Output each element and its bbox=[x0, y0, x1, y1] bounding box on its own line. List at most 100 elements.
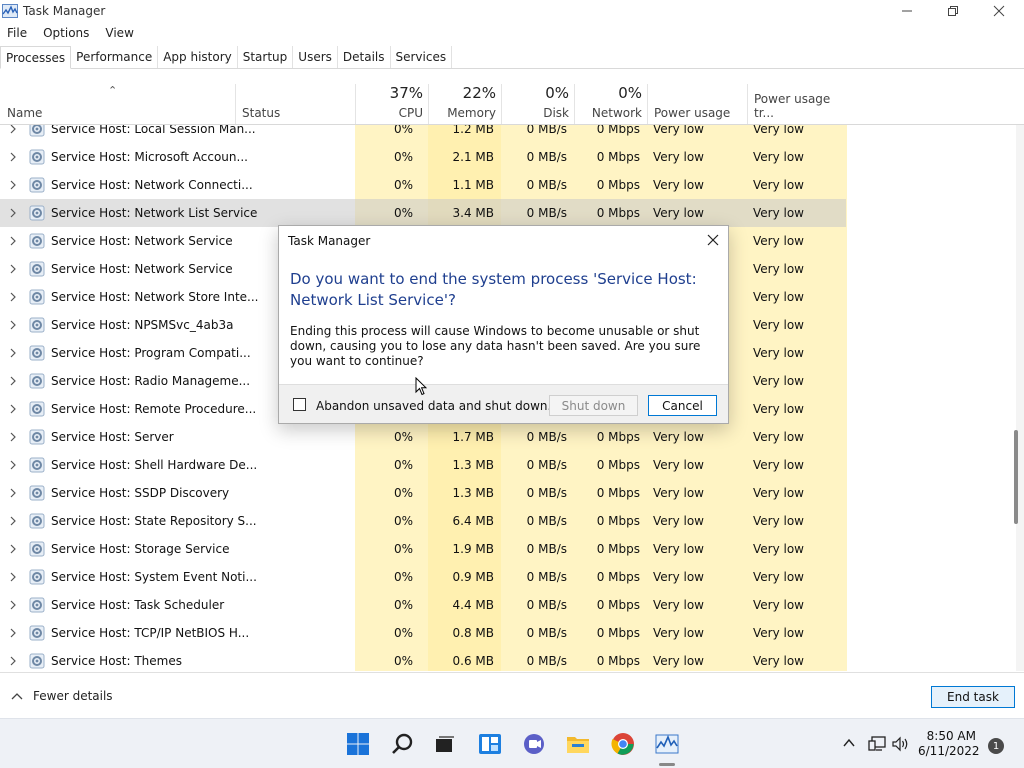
abandon-data-checkbox[interactable] bbox=[293, 398, 306, 411]
cell-net: 0 Mbps bbox=[596, 150, 640, 164]
header-disk-pct: 0% bbox=[545, 84, 569, 102]
maximize-button[interactable] bbox=[930, 0, 976, 22]
table-row[interactable]: Service Host: System Event Noti... 0% 0.9 … bbox=[0, 563, 846, 591]
shutdown-button[interactable]: Shut down bbox=[549, 395, 638, 416]
task-manager-icon[interactable] bbox=[655, 732, 679, 756]
table-row[interactable]: Service Host: Local Session Man... 0% 1.2 … bbox=[0, 125, 846, 143]
chevron-up-icon[interactable] bbox=[842, 736, 856, 750]
tab-startup[interactable]: Startup bbox=[238, 46, 294, 68]
chat-icon[interactable] bbox=[522, 732, 546, 756]
table-row[interactable]: Service Host: TCP/IP NetBIOS H... 0% 0.8 M… bbox=[0, 619, 846, 647]
windows-start-icon[interactable] bbox=[346, 732, 370, 756]
chevron-right-icon[interactable] bbox=[8, 515, 18, 527]
tab-users[interactable]: Users bbox=[293, 46, 338, 68]
fewer-details-button[interactable]: Fewer details bbox=[11, 689, 113, 703]
header-power-trend[interactable]: Power usage tr... bbox=[747, 84, 847, 124]
cell-net: 0 Mbps bbox=[596, 570, 640, 584]
chevron-up-icon bbox=[11, 693, 23, 700]
task-view-icon[interactable] bbox=[433, 732, 457, 756]
tab-performance[interactable]: Performance bbox=[71, 46, 159, 68]
scrollbar-thumb[interactable] bbox=[1014, 430, 1018, 524]
process-name: Service Host: Microsoft Accoun... bbox=[51, 150, 248, 164]
menu-options[interactable]: Options bbox=[35, 26, 97, 40]
chevron-right-icon[interactable] bbox=[8, 459, 18, 471]
process-name: Service Host: State Repository S... bbox=[51, 514, 257, 528]
network-icon[interactable] bbox=[868, 736, 886, 752]
chevron-right-icon[interactable] bbox=[8, 375, 18, 387]
chevron-right-icon[interactable] bbox=[8, 543, 18, 555]
chevron-right-icon[interactable] bbox=[8, 319, 18, 331]
tab-services[interactable]: Services bbox=[391, 46, 453, 68]
search-icon[interactable] bbox=[391, 732, 415, 756]
header-status[interactable]: Status bbox=[235, 84, 355, 124]
chevron-right-icon[interactable] bbox=[8, 655, 18, 667]
system-clock[interactable]: 8:50 AM 6/11/2022 bbox=[918, 729, 980, 759]
cell-disk: 0 MB/s bbox=[526, 150, 567, 164]
cell-power: Very low bbox=[653, 430, 704, 444]
table-row[interactable]: Service Host: Shell Hardware De... 0% 1.3 … bbox=[0, 451, 846, 479]
table-row[interactable]: Service Host: State Repository S... 0% 6.4… bbox=[0, 507, 846, 535]
service-gear-icon bbox=[29, 177, 45, 193]
chevron-right-icon[interactable] bbox=[8, 151, 18, 163]
menu-view[interactable]: View bbox=[97, 26, 141, 40]
minimize-button[interactable] bbox=[884, 0, 930, 22]
chevron-right-icon[interactable] bbox=[8, 207, 18, 219]
file-explorer-icon[interactable] bbox=[566, 732, 590, 756]
table-row[interactable]: Service Host: SSDP Discovery 0% 1.3 MB 0 MB… bbox=[0, 479, 846, 507]
table-row[interactable]: Service Host: Server 0% 1.7 MB 0 MB/s 0 Mbps… bbox=[0, 423, 846, 451]
cell-trend: Very low bbox=[753, 542, 804, 556]
table-row[interactable]: Service Host: Task Scheduler 0% 4.4 MB 0 MB… bbox=[0, 591, 846, 619]
process-name: Service Host: Themes bbox=[51, 654, 182, 668]
header-memory-label: Memory bbox=[447, 106, 496, 120]
tab-processes[interactable]: Processes bbox=[0, 46, 72, 69]
chevron-right-icon[interactable] bbox=[8, 599, 18, 611]
tab-app-history[interactable]: App history bbox=[158, 46, 238, 68]
chevron-right-icon[interactable] bbox=[8, 403, 18, 415]
service-gear-icon bbox=[29, 625, 45, 641]
table-row[interactable]: Service Host: Themes 0% 0.6 MB 0 MB/s 0 Mbps… bbox=[0, 647, 846, 671]
notification-badge[interactable]: 1 bbox=[988, 738, 1004, 754]
abandon-data-label[interactable]: Abandon unsaved data and shut down. bbox=[316, 399, 551, 413]
dialog-close-icon[interactable] bbox=[706, 233, 720, 247]
table-row[interactable]: Service Host: Network List Service 0% 3.4 … bbox=[0, 199, 846, 227]
chevron-right-icon[interactable] bbox=[8, 571, 18, 583]
header-memory[interactable]: 22% Memory bbox=[428, 84, 501, 124]
chevron-right-icon[interactable] bbox=[8, 125, 18, 135]
header-cpu[interactable]: 37% CPU bbox=[355, 84, 428, 124]
vertical-scrollbar[interactable] bbox=[1016, 125, 1024, 671]
chevron-right-icon[interactable] bbox=[8, 347, 18, 359]
cell-trend: Very low bbox=[753, 318, 804, 332]
tab-details[interactable]: Details bbox=[338, 46, 391, 68]
cell-trend: Very low bbox=[753, 290, 804, 304]
menu-file[interactable]: File bbox=[0, 26, 35, 40]
chevron-right-icon[interactable] bbox=[8, 179, 18, 191]
cancel-button[interactable]: Cancel bbox=[648, 395, 717, 416]
cell-trend: Very low bbox=[753, 430, 804, 444]
volume-icon[interactable] bbox=[892, 736, 910, 752]
cell-disk: 0 MB/s bbox=[526, 542, 567, 556]
clock-date: 6/11/2022 bbox=[918, 744, 980, 758]
cell-power: Very low bbox=[653, 542, 704, 556]
header-power[interactable]: Power usage bbox=[647, 84, 747, 124]
cell-trend: Very low bbox=[753, 150, 804, 164]
process-name: Service Host: Network Store Inte... bbox=[51, 290, 259, 304]
chevron-right-icon[interactable] bbox=[8, 291, 18, 303]
header-memory-pct: 22% bbox=[462, 84, 496, 102]
table-row[interactable]: Service Host: Network Connecti... 0% 1.1 M… bbox=[0, 171, 846, 199]
chevron-right-icon[interactable] bbox=[8, 431, 18, 443]
cell-trend: Very low bbox=[753, 570, 804, 584]
chrome-icon[interactable] bbox=[611, 732, 635, 756]
cell-cpu: 0% bbox=[393, 626, 413, 640]
chevron-right-icon[interactable] bbox=[8, 627, 18, 639]
end-task-button[interactable]: End task bbox=[931, 686, 1015, 708]
header-name[interactable]: Name bbox=[0, 84, 235, 124]
chevron-right-icon[interactable] bbox=[8, 487, 18, 499]
header-disk[interactable]: 0% Disk bbox=[501, 84, 574, 124]
chevron-right-icon[interactable] bbox=[8, 235, 18, 247]
chevron-right-icon[interactable] bbox=[8, 263, 18, 275]
table-row[interactable]: Service Host: Microsoft Accoun... 0% 2.1 M… bbox=[0, 143, 846, 171]
header-network[interactable]: 0% Network bbox=[574, 84, 647, 124]
widgets-icon[interactable] bbox=[478, 732, 502, 756]
close-window-button[interactable] bbox=[976, 0, 1022, 22]
table-row[interactable]: Service Host: Storage Service 0% 1.9 MB 0 M… bbox=[0, 535, 846, 563]
